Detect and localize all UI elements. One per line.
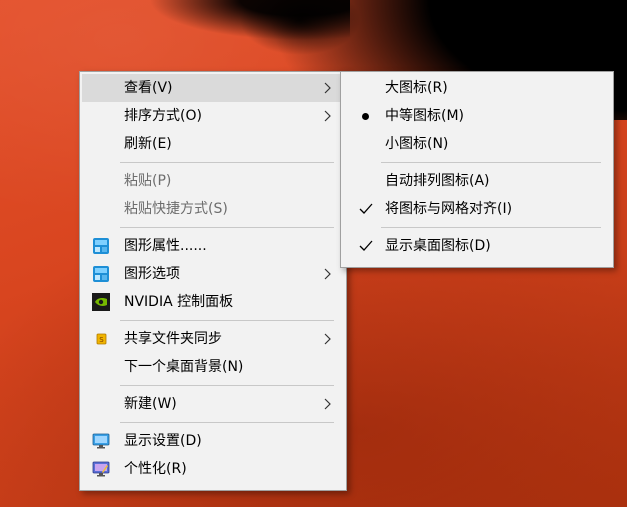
menu-separator bbox=[381, 227, 601, 228]
submenu-item-small-icons[interactable]: 小图标(N) bbox=[343, 130, 611, 158]
menu-item-label: 图形选项 bbox=[124, 266, 180, 282]
chevron-right-icon bbox=[324, 325, 334, 353]
share-sync-icon: S bbox=[92, 330, 110, 348]
intel-graphics-icon bbox=[92, 265, 110, 283]
menu-item-label: 新建(W) bbox=[124, 396, 177, 412]
menu-item-refresh[interactable]: 刷新(E) bbox=[82, 130, 344, 158]
chevron-right-icon bbox=[324, 390, 334, 418]
menu-item-label: 显示桌面图标(D) bbox=[385, 238, 491, 254]
menu-item-next-background[interactable]: 下一个桌面背景(N) bbox=[82, 353, 344, 381]
submenu-item-medium-icons[interactable]: 中等图标(M) bbox=[343, 102, 611, 130]
menu-item-personalize[interactable]: 个性化(R) bbox=[82, 455, 344, 483]
chevron-right-icon bbox=[324, 74, 334, 102]
menu-item-label: 个性化(R) bbox=[124, 461, 187, 477]
menu-item-label: 显示设置(D) bbox=[124, 433, 202, 449]
menu-item-label: 粘贴(P) bbox=[124, 173, 172, 189]
submenu-item-large-icons[interactable]: 大图标(R) bbox=[343, 74, 611, 102]
submenu-item-show-desktop-icons[interactable]: 显示桌面图标(D) bbox=[343, 232, 611, 260]
menu-item-label: NVIDIA 控制面板 bbox=[124, 294, 234, 310]
menu-item-sort-by[interactable]: 排序方式(O) bbox=[82, 102, 344, 130]
chevron-right-icon bbox=[324, 260, 334, 288]
menu-item-new[interactable]: 新建(W) bbox=[82, 390, 344, 418]
menu-item-label: 将图标与网格对齐(I) bbox=[385, 201, 513, 217]
desktop-context-menu: 查看(V) 排序方式(O) 刷新(E) 粘贴(P) 粘贴快捷方式(S) 图形属性… bbox=[79, 71, 347, 491]
submenu-item-align-to-grid[interactable]: 将图标与网格对齐(I) bbox=[343, 195, 611, 223]
personalize-icon bbox=[92, 460, 110, 478]
menu-item-label: 小图标(N) bbox=[385, 136, 449, 152]
intel-graphics-icon bbox=[92, 237, 110, 255]
nvidia-icon bbox=[92, 293, 110, 311]
menu-separator bbox=[381, 162, 601, 163]
menu-item-paste-shortcut[interactable]: 粘贴快捷方式(S) bbox=[82, 195, 344, 223]
menu-item-label: 自动排列图标(A) bbox=[385, 173, 490, 189]
menu-item-graphics-options[interactable]: 图形选项 bbox=[82, 260, 344, 288]
wallpaper-shadow-top bbox=[150, 0, 350, 40]
menu-separator bbox=[120, 422, 334, 423]
menu-item-label: 中等图标(M) bbox=[385, 108, 465, 124]
menu-separator bbox=[120, 320, 334, 321]
menu-item-label: 刷新(E) bbox=[124, 136, 172, 152]
svg-text:S: S bbox=[99, 336, 104, 344]
checkmark-icon bbox=[357, 195, 373, 223]
monitor-icon bbox=[92, 432, 110, 450]
view-submenu: 大图标(R) 中等图标(M) 小图标(N) 自动排列图标(A) 将图标与网格对齐… bbox=[340, 71, 614, 268]
menu-item-nvidia-control-panel[interactable]: NVIDIA 控制面板 bbox=[82, 288, 344, 316]
menu-item-label: 粘贴快捷方式(S) bbox=[124, 201, 228, 217]
submenu-item-auto-arrange[interactable]: 自动排列图标(A) bbox=[343, 167, 611, 195]
menu-item-label: 查看(V) bbox=[124, 80, 173, 96]
menu-separator bbox=[120, 227, 334, 228]
radio-bullet-icon bbox=[362, 113, 369, 120]
menu-item-display-settings[interactable]: 显示设置(D) bbox=[82, 427, 344, 455]
menu-item-label: 共享文件夹同步 bbox=[124, 331, 222, 347]
checkmark-icon bbox=[357, 232, 373, 260]
menu-item-view[interactable]: 查看(V) bbox=[82, 74, 344, 102]
menu-item-graphics-properties[interactable]: 图形属性...... bbox=[82, 232, 344, 260]
menu-item-paste[interactable]: 粘贴(P) bbox=[82, 167, 344, 195]
menu-item-label: 图形属性...... bbox=[124, 238, 207, 254]
menu-separator bbox=[120, 162, 334, 163]
menu-item-label: 下一个桌面背景(N) bbox=[124, 359, 244, 375]
menu-separator bbox=[120, 385, 334, 386]
menu-item-shared-folder-sync[interactable]: S 共享文件夹同步 bbox=[82, 325, 344, 353]
menu-item-label: 排序方式(O) bbox=[124, 108, 202, 124]
chevron-right-icon bbox=[324, 102, 334, 130]
menu-item-label: 大图标(R) bbox=[385, 80, 448, 96]
